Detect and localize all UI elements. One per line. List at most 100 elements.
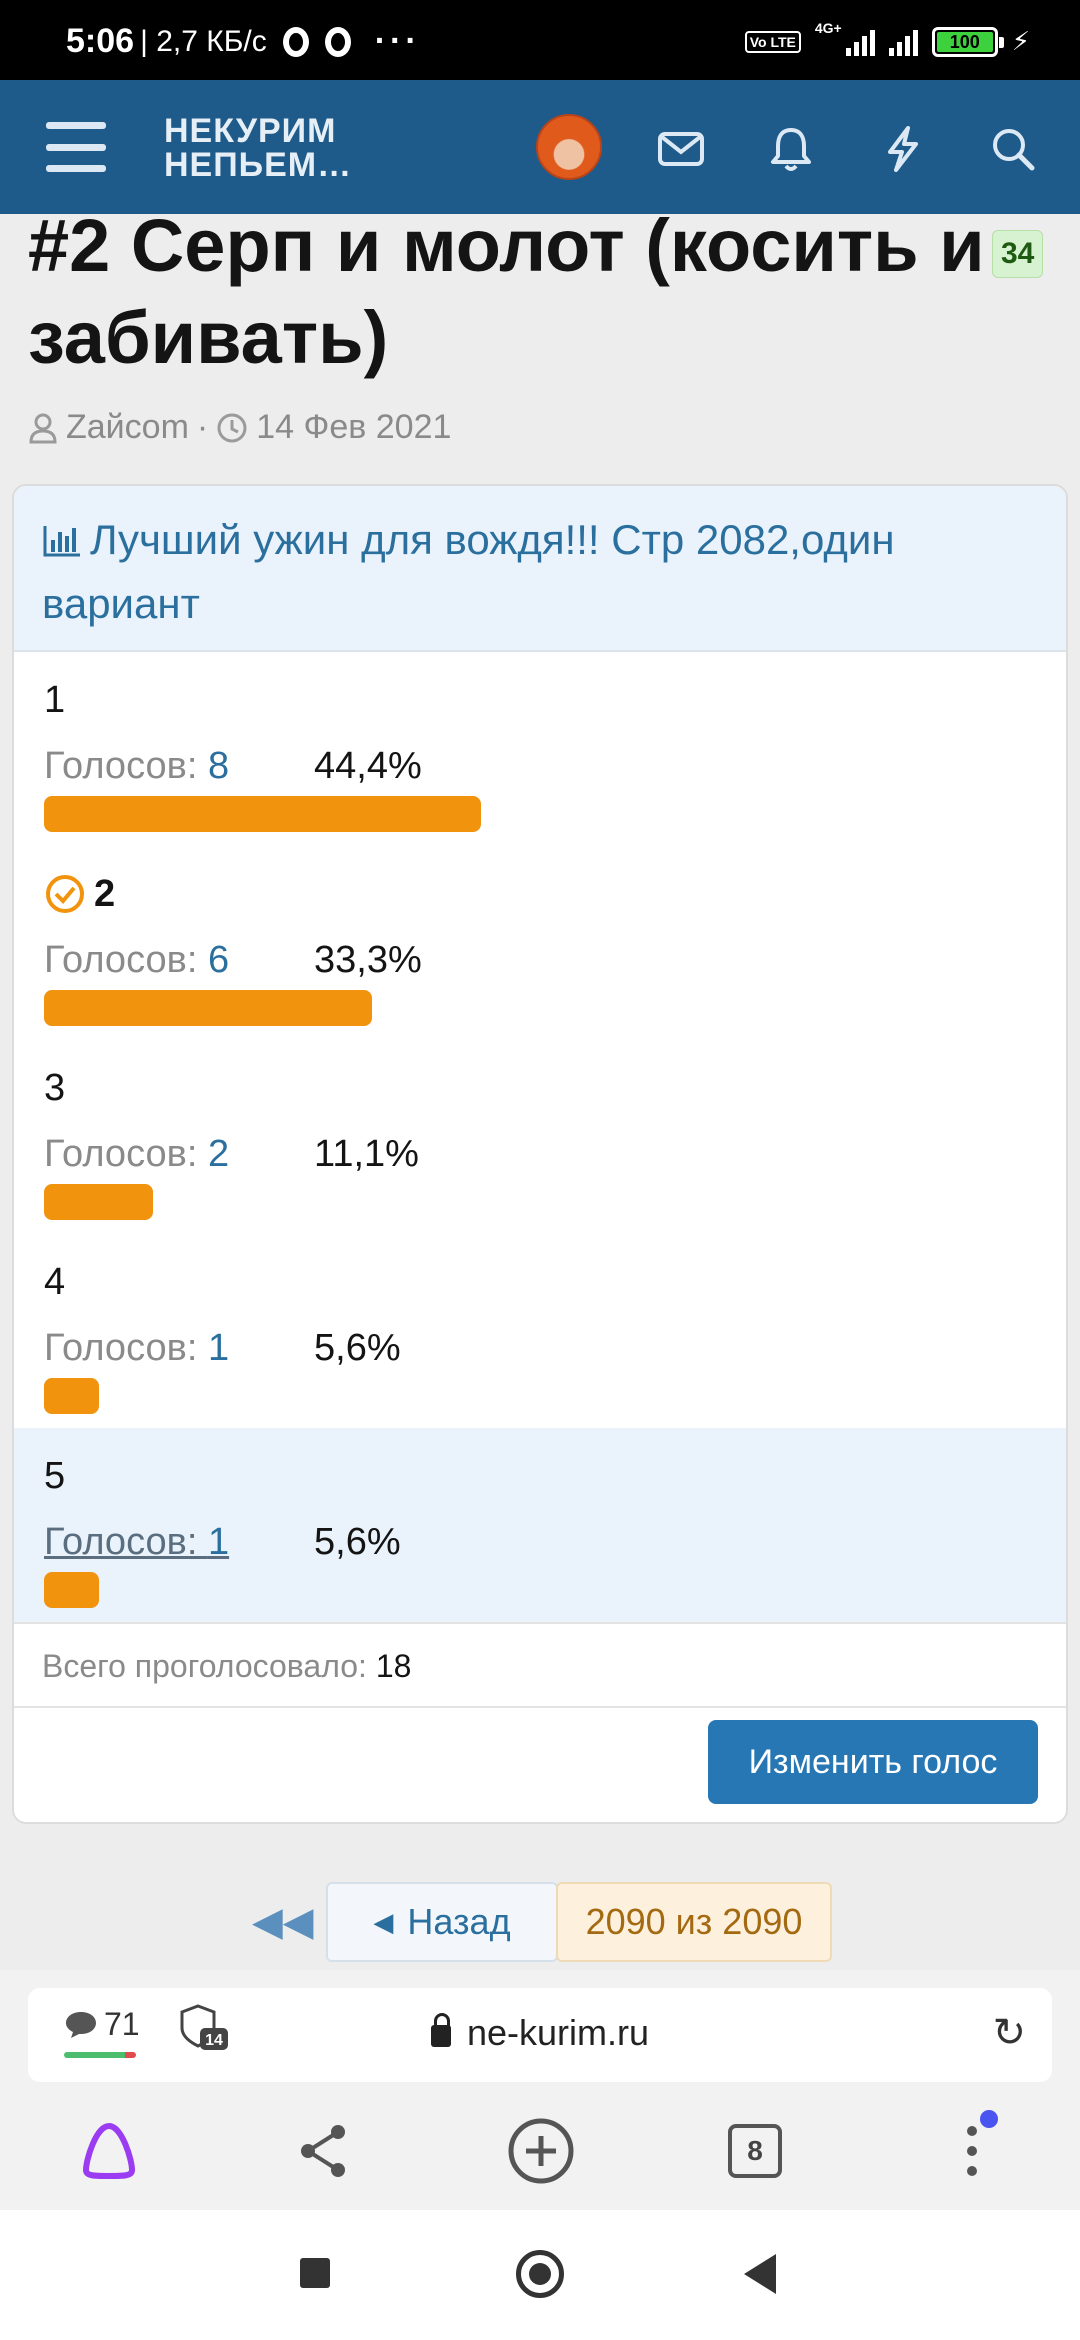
poll-option: 2 Голосов: 6 33,3% [14, 846, 1066, 1040]
bar-chart-icon [43, 526, 80, 557]
url-display[interactable]: ne-kurim.ru [28, 2012, 1052, 2054]
votes-count: 8 [207, 745, 230, 787]
battery-level: 100 [936, 31, 993, 52]
poll-option-percent: 33,3% [314, 939, 422, 981]
poll-bar [44, 1184, 154, 1220]
votes-label: Голосов: [44, 1133, 208, 1175]
browser-bar: 71 14 ne-kurim.ru ↻ 8 [0, 1970, 1080, 2210]
notification-dot [980, 2110, 998, 2128]
new-tab-icon[interactable] [506, 2116, 576, 2186]
poll-option: 5 Голосов: 1 5,6% [14, 1428, 1066, 1622]
thread-meta: Zaйcom · 14 Фев 2021 [28, 408, 451, 447]
votes-label: Голосов: [44, 939, 208, 981]
site-logo[interactable]: НЕКУРИМ НЕПЬЕМ… [164, 114, 352, 182]
poll-option-label: 5 [44, 1455, 66, 1497]
poll-bar [44, 1572, 100, 1608]
home-icon[interactable] [516, 2250, 564, 2298]
search-icon[interactable] [988, 124, 1038, 174]
poll-option-percent: 5,6% [314, 1327, 401, 1369]
poll-options: 1 Голосов: 8 44,4% 2 Голосов: 6 33,3% 3 Голосов… [14, 652, 1066, 1622]
share-icon[interactable] [290, 2116, 360, 2186]
opera-icon [282, 26, 309, 57]
status-left: 5:06 | 2,7 КБ/с ··· [66, 22, 421, 61]
clock: 5:06 [66, 22, 135, 60]
signal-icon [845, 28, 875, 56]
poll-option-label-row: 4 [44, 1260, 1066, 1304]
votes-count: 1 [207, 1521, 230, 1563]
reply-count-badge: 34 [992, 230, 1044, 278]
volte-icon: Vo LTE [744, 30, 801, 53]
tabs-button[interactable]: 8 [722, 2116, 792, 2186]
reload-icon[interactable]: ↻ [992, 2010, 1026, 2056]
poll-option-label-row: 2 [44, 872, 1066, 916]
poll-bar [44, 1378, 100, 1414]
back-icon[interactable] [744, 2254, 776, 2294]
tabs-count: 8 [728, 2124, 782, 2178]
mail-icon[interactable] [656, 124, 706, 174]
poll-option-votes[interactable]: Голосов: 1 [44, 1520, 314, 1564]
charging-icon: ⚡ [1011, 26, 1030, 56]
signal-icon-2 [888, 28, 918, 56]
recents-icon[interactable] [300, 2258, 330, 2288]
status-bar: 5:06 | 2,7 КБ/с ··· Vo LTE 4G+ 100 ⚡ [0, 0, 1080, 80]
poll-option-votes[interactable]: Голосов: 8 [44, 744, 314, 788]
logo-line-2: НЕПЬЕМ… [164, 146, 353, 184]
lightning-icon[interactable] [878, 124, 928, 174]
poll-total-value: 18 [375, 1648, 412, 1684]
poll-bar-track [44, 1572, 1029, 1608]
poll-option-label-row: 5 [44, 1454, 1066, 1498]
back-arrow-icon: ◀ [373, 1907, 394, 1937]
poll-bar-track [44, 796, 1029, 832]
change-vote-button[interactable]: Изменить голос [708, 1720, 1038, 1804]
poll-option-label: 3 [44, 1067, 66, 1109]
poll-total: Всего проголосовало: 18 [14, 1622, 1066, 1708]
voted-check-icon [46, 875, 84, 913]
poll-bar-track [44, 1184, 1029, 1220]
votes-count: 2 [207, 1133, 230, 1175]
thread-author[interactable]: Zaйcom [66, 408, 189, 447]
site-header: НЕКУРИМ НЕПЬЕМ… [0, 80, 1080, 214]
system-nav-bar [0, 2210, 1080, 2340]
bell-icon[interactable] [766, 124, 816, 174]
lock-icon [430, 2013, 451, 2047]
poll-option-stats: Голосов: 8 44,4% [44, 744, 1066, 788]
poll-option-label: 2 [94, 873, 116, 915]
address-bar[interactable]: 71 14 ne-kurim.ru ↻ [28, 1988, 1052, 2082]
poll-option-votes[interactable]: Голосов: 2 [44, 1132, 314, 1176]
status-right: Vo LTE 4G+ 100 ⚡ [744, 20, 1030, 57]
poll-option-votes[interactable]: Голосов: 6 [44, 938, 314, 982]
poll-option-stats: Голосов: 1 5,6% [44, 1326, 1066, 1370]
poll-bar-track [44, 990, 1029, 1026]
poll-option-stats: Голосов: 2 11,1% [44, 1132, 1066, 1176]
poll-option-percent: 44,4% [314, 745, 422, 787]
current-page-button[interactable]: 2090 из 2090 [556, 1882, 832, 1962]
user-avatar[interactable] [536, 114, 602, 180]
poll-total-label: Всего проголосовало: [42, 1648, 376, 1684]
poll-option-percent: 5,6% [314, 1521, 401, 1563]
logo-line-1: НЕКУРИМ [164, 112, 337, 150]
poll-option-stats: Голосов: 6 33,3% [44, 938, 1066, 982]
more-menu-icon[interactable] [938, 2110, 1008, 2186]
poll-option-votes[interactable]: Голосов: 1 [44, 1326, 314, 1370]
poll-block: Лучший ужин для вождя!!! Стр 2082,один в… [12, 484, 1068, 1824]
poll-option-label-row: 3 [44, 1066, 1066, 1110]
votes-count: 1 [207, 1327, 230, 1369]
first-page-icon[interactable]: ◀◀ [252, 1882, 314, 1962]
thread-date[interactable]: 14 Фев 2021 [256, 408, 451, 447]
user-icon [29, 413, 57, 443]
votes-count: 6 [207, 939, 230, 981]
votes-label: Голосов: [44, 1521, 208, 1563]
poll-option: 3 Голосов: 2 11,1% [14, 1040, 1066, 1234]
poll-bar-track [44, 1378, 1029, 1414]
poll-option: 4 Голосов: 1 5,6% [14, 1234, 1066, 1428]
poll-option-percent: 11,1% [314, 1133, 419, 1175]
alice-icon[interactable] [74, 2116, 144, 2186]
poll-option-label: 1 [44, 679, 66, 721]
more-notifications-icon: ··· [374, 22, 421, 60]
poll-header: Лучший ужин для вождя!!! Стр 2082,один в… [14, 486, 1066, 652]
poll-question: Лучший ужин для вождя!!! Стр 2082,один в… [42, 516, 895, 627]
back-page-button[interactable]: ◀ Назад [326, 1882, 558, 1962]
menu-icon[interactable] [46, 122, 106, 172]
poll-option-stats: Голосов: 1 5,6% [44, 1520, 1066, 1564]
votes-label: Голосов: [44, 745, 208, 787]
